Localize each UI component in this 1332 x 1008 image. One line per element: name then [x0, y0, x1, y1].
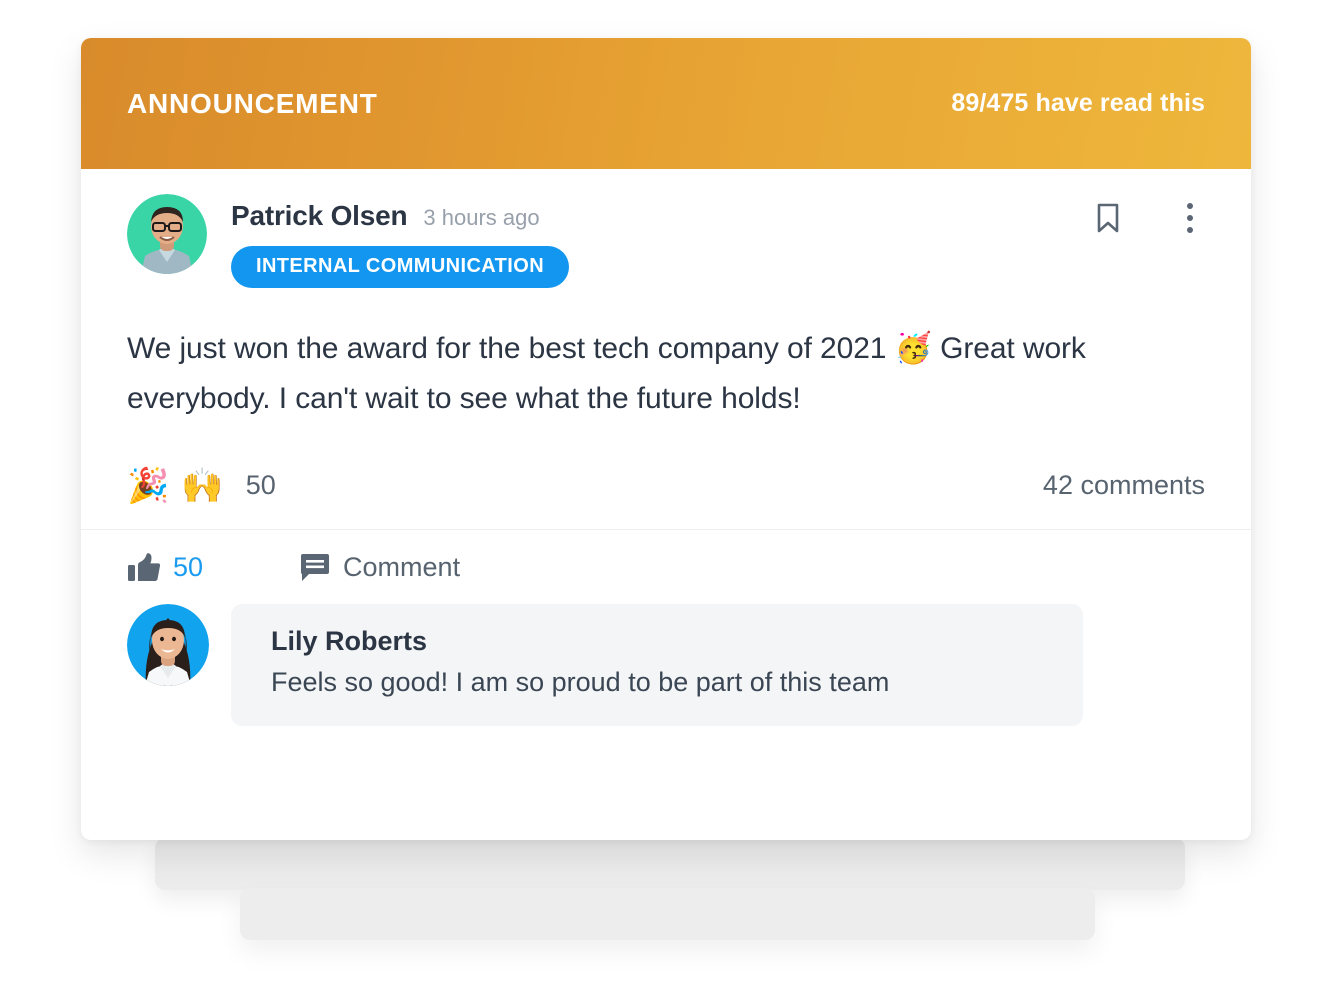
card-header: ANNOUNCEMENT 89/475 have read this [81, 38, 1251, 169]
party-face-emoji: 🥳 [894, 331, 932, 366]
bookmark-icon [1097, 203, 1119, 233]
like-count: 50 [173, 552, 204, 583]
comment-bubble-icon [301, 553, 330, 581]
user-avatar-lily-icon [127, 603, 209, 686]
thumbs-up-icon [128, 552, 161, 581]
more-options-button[interactable] [1175, 201, 1205, 235]
list-item: Lily Roberts Feels so good! I am so prou… [127, 603, 1205, 766]
announcement-card: ANNOUNCEMENT 89/475 have read this Patri… [81, 38, 1251, 840]
like-button[interactable]: 50 [127, 552, 203, 584]
comment-text: Feels so good! I am so proud to be part … [271, 666, 890, 697]
comment-label: Comment [343, 552, 461, 583]
comment-author-name[interactable]: Lily Roberts [271, 626, 1053, 657]
author-row: Patrick Olsen 3 hours ago INTERNAL COMMU… [127, 169, 1205, 288]
avatar[interactable] [127, 603, 209, 686]
avatar[interactable] [127, 194, 207, 274]
reaction-count: 50 [245, 470, 276, 501]
comment-button[interactable]: Comment [299, 552, 460, 583]
comment-bubble: Lily Roberts Feels so good! I am so prou… [231, 603, 1083, 726]
reaction-group[interactable]: 🎉 🙌 50 [127, 469, 276, 503]
reactions-row: 🎉 🙌 50 42 comments [127, 469, 1205, 529]
stacked-card-behind-2 [240, 888, 1095, 940]
page-title: ANNOUNCEMENT [127, 87, 378, 119]
raising-hands-emoji: 🙌 [181, 465, 224, 506]
action-bar: 50 Comment [127, 530, 1205, 604]
post-body: We just won the award for the best tech … [127, 324, 1205, 425]
post-body-part1: We just won the award for the best tech … [127, 332, 895, 365]
bookmark-button[interactable] [1093, 201, 1123, 235]
comments-count[interactable]: 42 comments [1043, 470, 1205, 501]
author-meta: Patrick Olsen 3 hours ago INTERNAL COMMU… [231, 194, 570, 288]
author-name[interactable]: Patrick Olsen [231, 200, 408, 232]
post-timestamp: 3 hours ago [423, 205, 540, 230]
card-body: Patrick Olsen 3 hours ago INTERNAL COMMU… [81, 169, 1251, 766]
more-vertical-icon [1187, 203, 1193, 233]
post-header-actions [1093, 201, 1205, 235]
read-status: 89/475 have read this [951, 89, 1205, 117]
author-line: Patrick Olsen 3 hours ago [231, 200, 569, 232]
user-avatar-patrick-icon [127, 194, 207, 274]
stacked-card-behind-1 [155, 838, 1185, 890]
status-badge[interactable]: INTERNAL COMMUNICATION [231, 246, 570, 288]
party-popper-emoji: 🎉 [127, 465, 170, 506]
